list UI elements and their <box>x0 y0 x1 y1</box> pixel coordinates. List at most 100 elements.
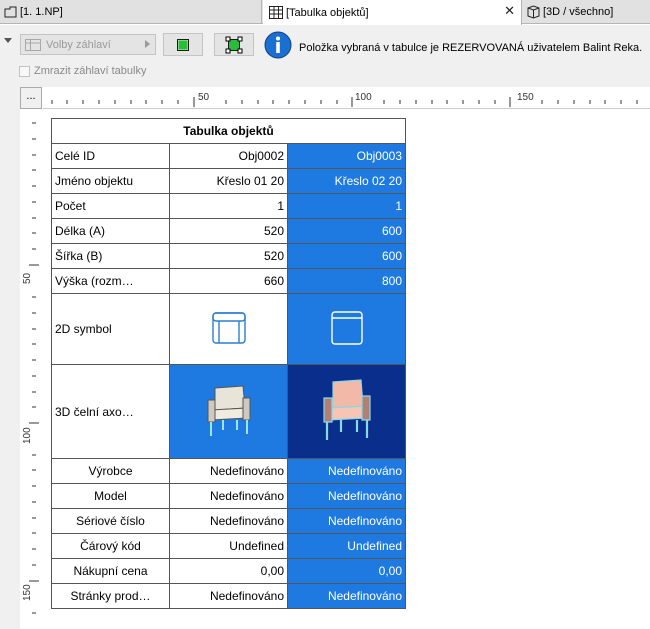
table-row[interactable]: Jméno objektu Křeslo 01 20 Křeslo 02 20 <box>51 168 406 194</box>
row-label: Výška (rozm… <box>51 268 170 294</box>
3d-box-icon <box>527 5 540 19</box>
cell-value-selected[interactable]: Undefined <box>287 533 406 559</box>
table-icon <box>269 6 283 19</box>
checkbox-box[interactable] <box>19 65 30 77</box>
table-row[interactable]: Stránky prod… Nedefinováno Nedefinováno <box>51 583 406 609</box>
toolbar-menu-arrow-icon[interactable] <box>4 38 12 43</box>
freeze-header-label: Zmrazit záhlaví tabulky <box>34 65 147 77</box>
row-label: Počet <box>51 193 170 219</box>
select-group-button[interactable] <box>214 33 254 56</box>
row-label: Sériové číslo <box>51 508 170 534</box>
cell-2d-symbol[interactable] <box>169 293 288 365</box>
row-label: Celé ID <box>51 143 170 169</box>
cell-value[interactable]: Nedefinováno <box>169 583 288 609</box>
cell-value[interactable]: Obj0002 <box>169 143 288 169</box>
cell-value[interactable]: Křeslo 01 20 <box>169 168 288 194</box>
header-options-button[interactable]: Volby záhlaví <box>20 34 156 55</box>
ruler-label: 50 <box>198 92 210 103</box>
cell-value[interactable]: 520 <box>169 218 288 244</box>
object-table: Tabulka objektů Celé ID Obj0002 Obj0003 … <box>51 118 406 609</box>
ruler-label: 150 <box>22 584 33 601</box>
select-element-button[interactable] <box>163 33 203 56</box>
table-row[interactable]: Délka (A) 520 600 <box>51 218 406 244</box>
header-options-label: Volby záhlaví <box>46 38 111 51</box>
cell-3d-preview[interactable] <box>169 364 288 459</box>
row-label: Stránky prod… <box>51 583 170 609</box>
cell-value-selected[interactable]: 600 <box>287 243 406 269</box>
row-label: Šířka (B) <box>51 243 170 269</box>
row-label: Model <box>51 483 170 509</box>
armchair-2d-symbol-icon <box>211 311 246 344</box>
close-icon[interactable]: ✕ <box>504 3 515 19</box>
cell-value-selected[interactable]: 600 <box>287 218 406 244</box>
selection-rectangle-icon <box>177 38 189 51</box>
cell-value-selected[interactable]: 1 <box>287 193 406 219</box>
cell-value-selected[interactable]: Nedefinováno <box>287 583 406 609</box>
row-label: Nákupní cena <box>51 558 170 584</box>
armchair-3d-icon <box>322 379 371 440</box>
armchair-3d-icon <box>207 385 250 436</box>
cell-value[interactable]: 0,00 <box>169 558 288 584</box>
cell-value[interactable]: Nedefinováno <box>169 458 288 484</box>
tab-floor-plan[interactable]: [1. 1.NP] <box>0 0 262 24</box>
selection-group-icon <box>225 36 243 53</box>
row-label: Jméno objektu <box>51 168 170 194</box>
cell-value-selected[interactable]: Nedefinováno <box>287 458 406 484</box>
header-options-icon <box>25 38 41 51</box>
tab-label: [1. 1.NP] <box>20 6 63 18</box>
table-row[interactable]: Výška (rozm… 660 800 <box>51 268 406 294</box>
tab-3d-view[interactable]: [3D / všechno] <box>523 0 650 24</box>
table-row-3d-axo[interactable]: 3D čelní axo… <box>51 364 406 459</box>
cell-value-selected[interactable]: 0,00 <box>287 558 406 584</box>
table-row[interactable]: Čárový kód Undefined Undefined <box>51 533 406 559</box>
row-label: Výrobce <box>51 458 170 484</box>
cell-value-selected[interactable]: 800 <box>287 268 406 294</box>
freeze-header-checkbox[interactable]: Zmrazit záhlaví tabulky <box>19 65 146 77</box>
cell-value[interactable]: Undefined <box>169 533 288 559</box>
row-label: 3D čelní axo… <box>51 364 170 459</box>
table-row[interactable]: Sériové číslo Nedefinováno Nedefinováno <box>51 508 406 534</box>
cell-value-selected[interactable]: Obj0003 <box>287 143 406 169</box>
toolbar: Volby záhlaví Položka vybraná v tabulce … <box>0 25 650 87</box>
cell-value[interactable]: Nedefinováno <box>169 508 288 534</box>
armchair-2d-symbol-icon <box>330 310 363 345</box>
tab-label: [Tabulka objektů] <box>286 6 369 19</box>
cell-2d-symbol-selected[interactable] <box>287 293 406 365</box>
table-row[interactable]: Výrobce Nedefinováno Nedefinováno <box>51 458 406 484</box>
ruler-label: 50 <box>22 272 33 284</box>
ruler-label: 100 <box>355 92 372 103</box>
table-row[interactable]: Počet 1 1 <box>51 193 406 219</box>
table-row[interactable]: Šířka (B) 520 600 <box>51 243 406 269</box>
tab-label: [3D / všechno] <box>543 6 614 18</box>
info-icon <box>264 31 292 59</box>
tab-object-table[interactable]: [Tabulka objektů] ✕ <box>263 0 522 25</box>
ruler-label: 150 <box>517 92 534 103</box>
left-gutter <box>0 87 20 629</box>
table-row-2d-symbol[interactable]: 2D symbol <box>51 293 406 365</box>
horizontal-ruler-ticks <box>51 97 638 107</box>
ruler-label: 100 <box>22 427 33 444</box>
table-row[interactable]: Nákupní cena 0,00 0,00 <box>51 558 406 584</box>
table-title-row: Tabulka objektů <box>51 118 406 144</box>
row-label: Délka (A) <box>51 218 170 244</box>
table-row[interactable]: Model Nedefinováno Nedefinováno <box>51 483 406 509</box>
vertical-ruler: 50 100 150 <box>20 109 43 629</box>
object-table-grid: Tabulka objektů Celé ID Obj0002 Obj0003 … <box>51 118 406 609</box>
cell-value-selected[interactable]: Nedefinováno <box>287 508 406 534</box>
tab-bar: [1. 1.NP] [Tabulka objektů] ✕ [3D / všec… <box>0 0 650 25</box>
table-row[interactable]: Celé ID Obj0002 Obj0003 <box>51 143 406 169</box>
cell-value[interactable]: 520 <box>169 243 288 269</box>
cell-value-selected[interactable]: Křeslo 02 20 <box>287 168 406 194</box>
cell-value[interactable]: 1 <box>169 193 288 219</box>
row-label: 2D symbol <box>51 293 170 365</box>
cell-3d-preview-selected[interactable] <box>287 364 406 459</box>
cell-value-selected[interactable]: Nedefinováno <box>287 483 406 509</box>
caret-right-icon <box>145 40 150 48</box>
info-message: Položka vybraná v tabulce je REZERVOVANÁ… <box>299 42 643 54</box>
cell-value[interactable]: 660 <box>169 268 288 294</box>
row-label: Čárový kód <box>51 533 170 559</box>
cell-value[interactable]: Nedefinováno <box>169 483 288 509</box>
horizontal-ruler: 50 100 150 <box>43 87 650 109</box>
ruler-corner-button[interactable]: ... <box>20 87 42 109</box>
vertical-ruler-ticks <box>29 122 39 614</box>
